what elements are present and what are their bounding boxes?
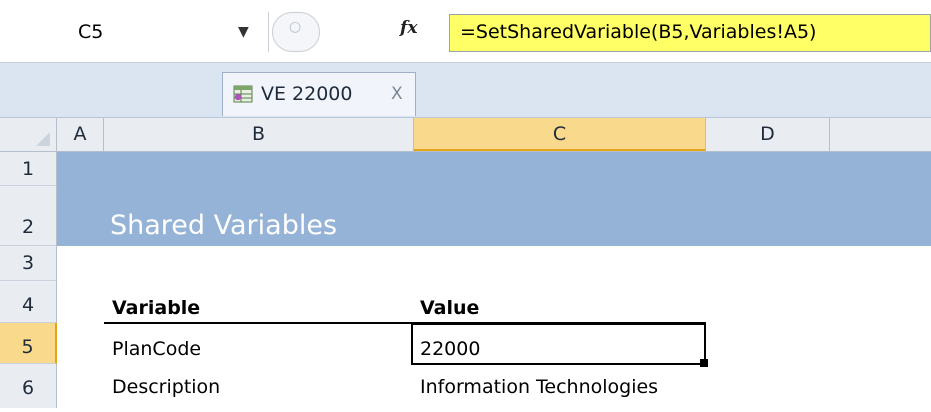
header-value[interactable]: Value: [420, 297, 479, 319]
header-variable[interactable]: Variable: [112, 297, 200, 319]
select-all-triangle-icon: [36, 132, 50, 146]
close-icon[interactable]: X: [391, 84, 403, 104]
workbook-tab[interactable]: VE 22000 X: [222, 72, 416, 116]
row-header-3[interactable]: 3: [0, 246, 57, 281]
excel-workbook-icon: [233, 85, 253, 103]
row-header-4[interactable]: 4: [0, 281, 57, 323]
name-box[interactable]: C5 ▼: [0, 12, 269, 52]
sheet-title[interactable]: Shared Variables: [110, 210, 337, 241]
column-header-a[interactable]: A: [57, 118, 104, 151]
column-header-d[interactable]: D: [706, 118, 830, 151]
row-header-6[interactable]: 6: [0, 364, 57, 408]
row-header-2[interactable]: 2: [0, 186, 57, 246]
row-header-1[interactable]: 1: [0, 152, 57, 186]
cell-b5[interactable]: PlanCode: [112, 338, 201, 360]
fill-handle[interactable]: [700, 359, 708, 367]
cell-c6[interactable]: Information Technologies: [420, 376, 658, 398]
column-header-b[interactable]: B: [104, 118, 414, 151]
column-header-row: A B C D: [0, 118, 931, 152]
column-header-c[interactable]: C: [414, 118, 706, 151]
row-header-5[interactable]: 5: [0, 323, 57, 364]
insert-function-icon[interactable]: fx: [400, 18, 417, 38]
circle-icon: ○: [289, 19, 302, 35]
workbook-tab-strip: VE 22000 X: [0, 63, 931, 118]
workbook-tab-label: VE 22000: [261, 83, 353, 105]
formula-bar: C5 ▼ ○ fx =SetSharedVariable(B5,Variable…: [0, 0, 931, 63]
formula-input[interactable]: =SetSharedVariable(B5,Variables!A5): [449, 14, 931, 52]
formula-text: =SetSharedVariable(B5,Variables!A5): [460, 21, 817, 43]
select-all-corner[interactable]: [0, 118, 57, 151]
column-header-e[interactable]: [830, 118, 931, 151]
name-box-value: C5: [78, 21, 104, 43]
cell-b6[interactable]: Description: [112, 376, 220, 398]
active-cell-selection[interactable]: [411, 323, 706, 365]
formula-bar-handle[interactable]: ○: [272, 12, 320, 52]
chevron-down-icon[interactable]: ▼: [238, 24, 249, 40]
